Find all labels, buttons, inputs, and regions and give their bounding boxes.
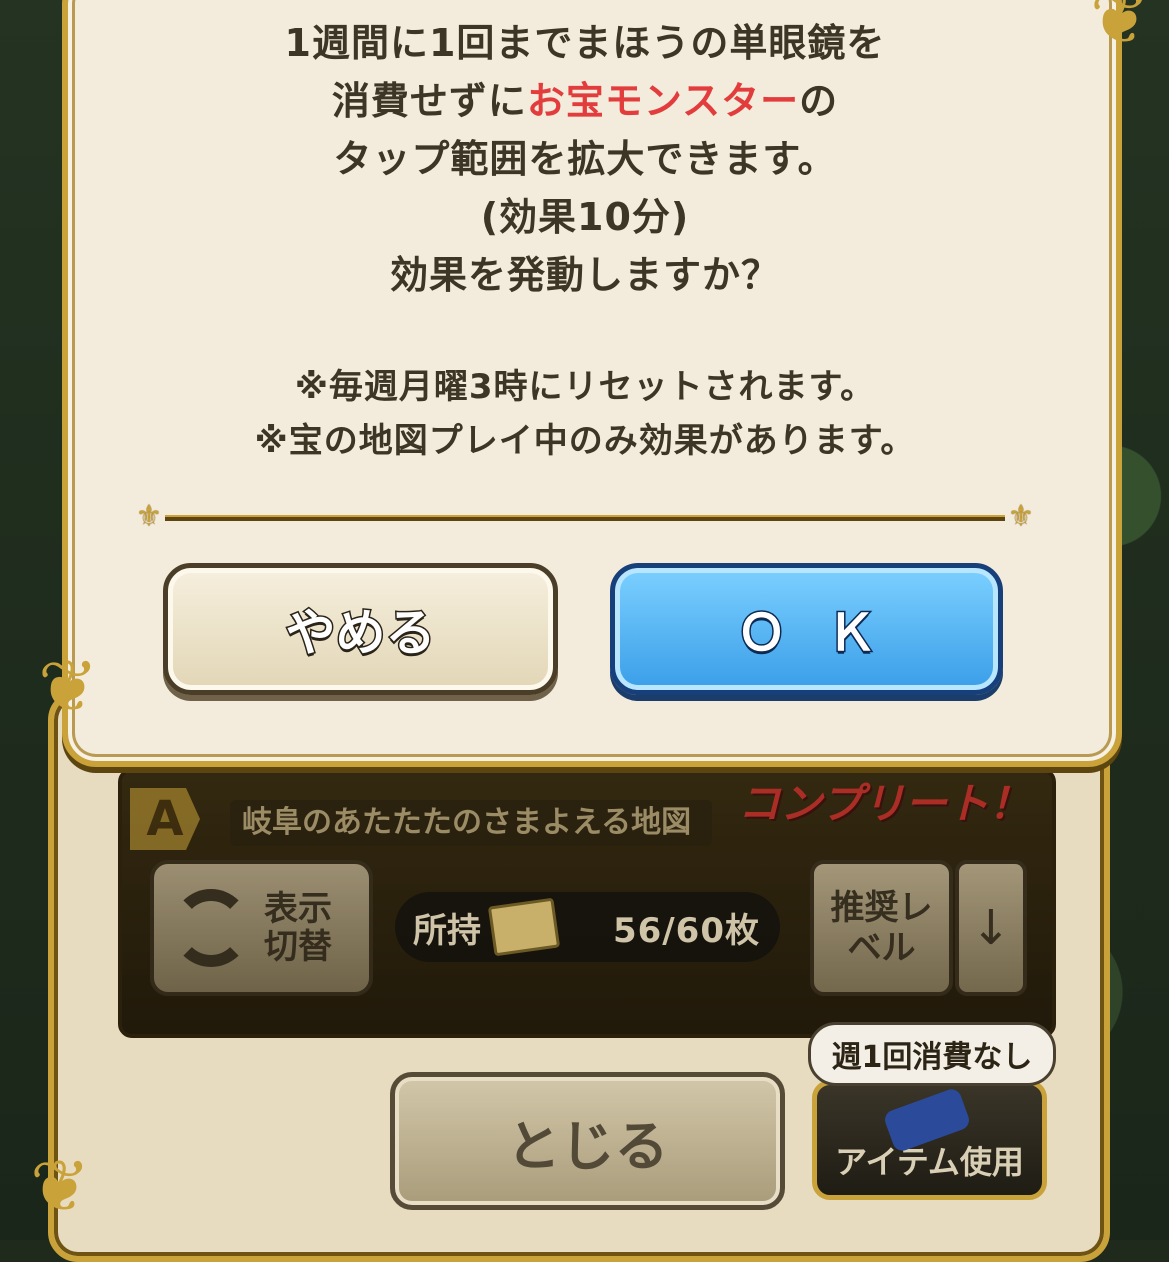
recommended-level-sort-button[interactable]: 推奨レベル	[810, 860, 953, 996]
treasure-map-icon	[487, 897, 561, 957]
close-button[interactable]: とじる	[390, 1072, 785, 1210]
note-line: ※宝の地図プレイ中のみ効果があります。	[254, 421, 916, 461]
dialog-message: 1週間に1回までまほうの単眼鏡を 消費せずにお宝モンスターの タップ範囲を拡大で…	[80, 14, 1090, 304]
message-line: 1週間に1回までまほうの単眼鏡を	[284, 21, 886, 65]
message-line: 効果を発動しますか？	[389, 253, 780, 297]
map-name: 岐阜のあたたたのさまよえる地図	[230, 800, 712, 846]
fleur-icon: ⚜	[1007, 499, 1035, 534]
map-rank-badge: A	[130, 788, 200, 850]
note-line: ※毎週月曜3時にリセットされます。	[294, 367, 876, 407]
refresh-icon	[172, 889, 250, 967]
frame-ornament-icon: ❦	[1090, 0, 1151, 60]
cancel-button[interactable]: やめる	[163, 563, 558, 695]
item-use-tooltip: 週1回消費なし	[808, 1022, 1056, 1086]
frame-ornament-icon: ❦	[30, 1144, 91, 1228]
ok-button[interactable]: ＯＫ	[610, 563, 1003, 695]
owned-count: 56/60枚	[612, 910, 760, 951]
toggle-display-button[interactable]: 表示切替	[150, 860, 373, 996]
item-use-label: アイテム使用	[835, 1143, 1024, 1181]
complete-badge: コンプリート！	[738, 779, 1031, 828]
message-line: 消費せずにお宝モンスターの	[331, 79, 839, 123]
message-line: タップ範囲を拡大できます。	[333, 137, 837, 181]
dialog-notes: ※毎週月曜3時にリセットされます。 ※宝の地図プレイ中のみ効果があります。	[80, 360, 1090, 468]
ornamental-divider: ⚜ ⚜	[125, 502, 1045, 532]
owned-maps-counter: 所持 56/60枚	[395, 892, 780, 962]
item-use-button[interactable]: アイテム使用	[812, 1080, 1047, 1200]
frame-ornament-icon: ❦	[38, 644, 99, 728]
sort-direction-button[interactable]: ↓	[955, 860, 1027, 996]
toggle-display-label: 表示切替	[264, 889, 332, 967]
owned-label: 所持	[413, 910, 481, 951]
highlight-text: お宝モンスター	[526, 79, 800, 123]
message-line: (効果10分)	[480, 195, 690, 239]
